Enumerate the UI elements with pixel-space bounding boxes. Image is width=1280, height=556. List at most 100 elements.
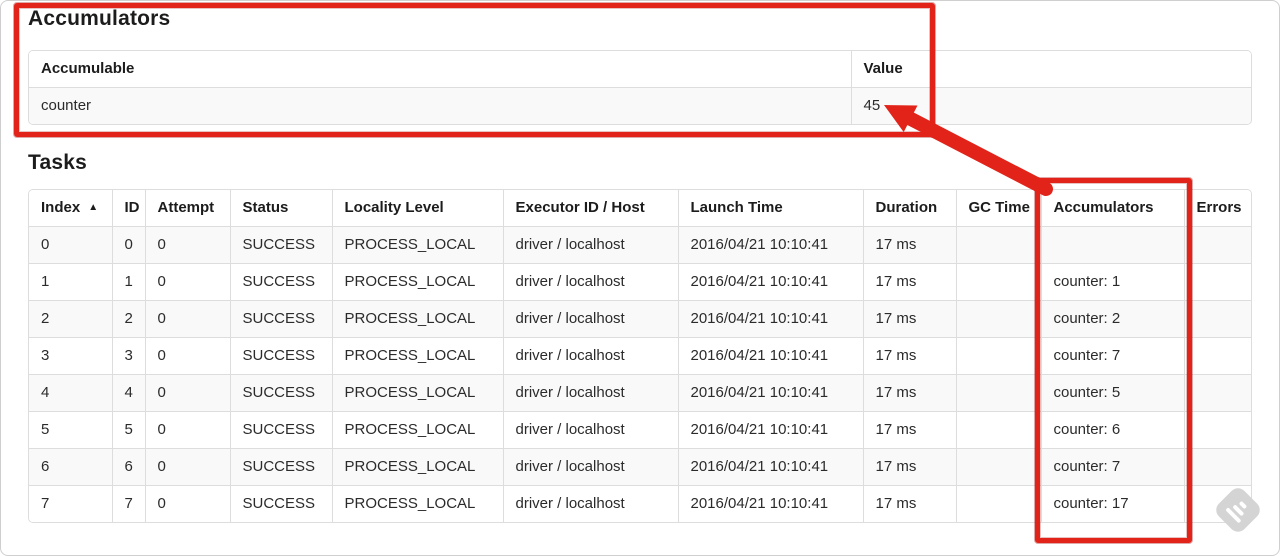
cell-executor-id-host: driver / localhost: [502, 411, 678, 449]
tasks-col-header-executor-id-host[interactable]: Executor ID / Host: [502, 190, 678, 227]
tasks-col-header-status[interactable]: Status: [229, 190, 332, 227]
accumulators-table-row: counter 45: [29, 87, 1251, 124]
accumulators-col-header-accumulable[interactable]: Accumulable: [29, 51, 851, 88]
column-header-label: Locality Level: [344, 199, 444, 216]
cell-duration: 17 ms: [862, 411, 956, 449]
tasks-header-row: Index ▲ ID Attempt Status Locality Level Execu…: [29, 190, 1251, 227]
column-header-label: ID: [124, 199, 140, 216]
cell-errors: [1183, 374, 1251, 412]
cell-id: 5: [111, 411, 145, 449]
cell-index: 7: [29, 485, 112, 522]
column-header-label: Launch Time: [690, 199, 783, 216]
cell-accumulators: counter: 1: [1040, 263, 1184, 301]
cell-attempt: 0: [144, 485, 230, 522]
tasks-table-row: 5 5 0 SUCCESS PROCESS_LOCAL driver / localhos…: [29, 411, 1251, 449]
tasks-col-header-errors[interactable]: Errors: [1183, 190, 1251, 227]
cell-executor-id-host: driver / localhost: [502, 226, 678, 264]
cell-executor-id-host: driver / localhost: [502, 374, 678, 412]
cell-executor-id-host: driver / localhost: [502, 300, 678, 338]
tasks-col-header-id[interactable]: ID: [111, 190, 145, 227]
cell-status: SUCCESS: [229, 485, 332, 522]
cell-duration: 17 ms: [862, 263, 956, 301]
cell-accumulators: counter: 7: [1040, 337, 1184, 375]
accumulators-table-body: counter 45: [29, 87, 1251, 124]
cell-errors: [1183, 263, 1251, 301]
accumulators-table-container: Accumulable Value counter 45: [28, 50, 1252, 125]
cell-attempt: 0: [144, 300, 230, 338]
cell-status: SUCCESS: [229, 263, 332, 301]
cell-gc-time: [955, 485, 1041, 522]
accumulators-col-header-value[interactable]: Value: [850, 51, 1251, 88]
column-header-label: Duration: [875, 199, 938, 216]
cell-launch-time: 2016/04/21 10:10:41: [677, 263, 863, 301]
tasks-table: Index ▲ ID Attempt Status Locality Level Execu…: [29, 190, 1251, 522]
cell-id: 3: [111, 337, 145, 375]
tasks-col-header-launch-time[interactable]: Launch Time: [677, 190, 863, 227]
cell-index: 5: [29, 411, 112, 449]
cell-accumulators: counter: 17: [1040, 485, 1184, 522]
cell-locality-level: PROCESS_LOCAL: [331, 411, 503, 449]
tasks-table-row: 1 1 0 SUCCESS PROCESS_LOCAL driver / localhos…: [29, 263, 1251, 301]
cell-gc-time: [955, 226, 1041, 264]
cell-value: 45: [850, 87, 1251, 124]
tasks-col-header-index[interactable]: Index ▲: [29, 190, 112, 227]
cell-launch-time: 2016/04/21 10:10:41: [677, 374, 863, 412]
cell-gc-time: [955, 337, 1041, 375]
cell-executor-id-host: driver / localhost: [502, 485, 678, 522]
cell-gc-time: [955, 374, 1041, 412]
cell-errors: [1183, 226, 1251, 264]
cell-executor-id-host: driver / localhost: [502, 337, 678, 375]
column-header-label: Index: [41, 199, 81, 216]
tasks-col-header-attempt[interactable]: Attempt: [144, 190, 230, 227]
tasks-col-header-locality-level[interactable]: Locality Level: [331, 190, 503, 227]
cell-attempt: 0: [144, 374, 230, 412]
cell-locality-level: PROCESS_LOCAL: [331, 300, 503, 338]
cell-gc-time: [955, 411, 1041, 449]
cell-index: 3: [29, 337, 112, 375]
cell-launch-time: 2016/04/21 10:10:41: [677, 448, 863, 486]
cell-attempt: 0: [144, 411, 230, 449]
cell-launch-time: 2016/04/21 10:10:41: [677, 337, 863, 375]
cell-gc-time: [955, 263, 1041, 301]
cell-status: SUCCESS: [229, 411, 332, 449]
cell-duration: 17 ms: [862, 448, 956, 486]
cell-id: 0: [111, 226, 145, 264]
cell-gc-time: [955, 300, 1041, 338]
cell-launch-time: 2016/04/21 10:10:41: [677, 411, 863, 449]
cell-executor-id-host: driver / localhost: [502, 263, 678, 301]
tasks-table-row: 2 2 0 SUCCESS PROCESS_LOCAL driver / localhos…: [29, 300, 1251, 338]
cell-errors: [1183, 300, 1251, 338]
cell-index: 6: [29, 448, 112, 486]
cell-duration: 17 ms: [862, 485, 956, 522]
cell-status: SUCCESS: [229, 300, 332, 338]
cell-accumulators: counter: 6: [1040, 411, 1184, 449]
tasks-table-row: 7 7 0 SUCCESS PROCESS_LOCAL driver / localhos…: [29, 485, 1251, 522]
cell-id: 6: [111, 448, 145, 486]
cell-locality-level: PROCESS_LOCAL: [331, 263, 503, 301]
cell-attempt: 0: [144, 226, 230, 264]
cell-locality-level: PROCESS_LOCAL: [331, 337, 503, 375]
cell-duration: 17 ms: [862, 300, 956, 338]
sort-ascending-icon: ▲: [88, 202, 99, 213]
cell-accumulable: counter: [29, 87, 851, 124]
tasks-col-header-gc-time[interactable]: GC Time: [955, 190, 1041, 227]
cell-launch-time: 2016/04/21 10:10:41: [677, 300, 863, 338]
tasks-table-container: Index ▲ ID Attempt Status Locality Level Execu…: [28, 189, 1252, 523]
cell-index: 1: [29, 263, 112, 301]
cell-index: 4: [29, 374, 112, 412]
tasks-col-header-duration[interactable]: Duration: [862, 190, 956, 227]
cell-id: 4: [111, 374, 145, 412]
cell-status: SUCCESS: [229, 226, 332, 264]
cell-errors: [1183, 448, 1251, 486]
cell-duration: 17 ms: [862, 226, 956, 264]
accumulators-table: Accumulable Value counter 45: [29, 51, 1251, 124]
column-header-label: Errors: [1196, 199, 1242, 216]
cell-attempt: 0: [144, 448, 230, 486]
tasks-section-title: Tasks: [28, 151, 87, 174]
tasks-col-header-accumulators[interactable]: Accumulators: [1040, 190, 1184, 227]
cell-locality-level: PROCESS_LOCAL: [331, 374, 503, 412]
cell-locality-level: PROCESS_LOCAL: [331, 485, 503, 522]
cell-index: 2: [29, 300, 112, 338]
cell-locality-level: PROCESS_LOCAL: [331, 226, 503, 264]
column-header-label: Value: [863, 60, 903, 77]
